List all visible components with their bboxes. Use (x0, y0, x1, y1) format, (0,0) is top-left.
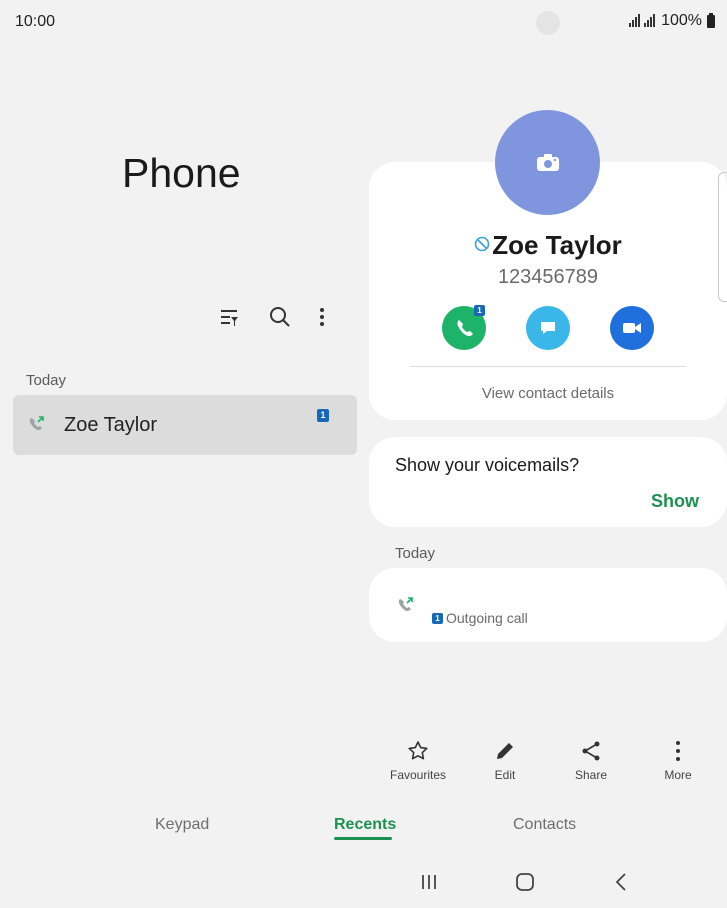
video-call-button[interactable] (610, 306, 654, 350)
favourites-label: Favourites (389, 768, 447, 782)
message-button[interactable] (526, 306, 570, 350)
star-icon (408, 741, 428, 760)
search-icon[interactable] (268, 305, 292, 329)
battery-icon (707, 12, 715, 28)
blocked-icon (474, 236, 490, 252)
status-time: 10:00 (15, 13, 56, 30)
back-icon[interactable] (609, 872, 633, 892)
edit-label: Edit (494, 768, 516, 782)
home-icon[interactable] (513, 872, 537, 892)
sim-badge: 1 (317, 409, 329, 422)
favourites-button[interactable]: Favourites (383, 740, 453, 782)
front-camera (536, 11, 560, 35)
more-button[interactable]: More (643, 740, 713, 782)
pencil-icon (497, 743, 513, 759)
page-title: Phone (122, 150, 241, 196)
status-indicators: 100% (628, 12, 715, 30)
outgoing-call-icon (396, 596, 414, 619)
recent-call-row[interactable]: Zoe Taylor 1 (13, 395, 357, 455)
call-history-card[interactable]: 1 Outgoing call (369, 568, 727, 642)
pane-resize-handle[interactable] (718, 172, 727, 302)
tab-keypad[interactable]: Keypad (155, 816, 209, 834)
phone-icon (457, 320, 473, 336)
show-voicemail-button[interactable]: Show (651, 491, 699, 512)
more-label: More (664, 768, 692, 782)
sim-badge: 1 (432, 612, 443, 624)
share-icon (582, 741, 600, 761)
video-icon (623, 323, 641, 333)
edit-button[interactable]: Edit (470, 740, 540, 782)
contact-number: 123456789 (497, 266, 599, 288)
voicemail-card: Show your voicemails? Show (369, 437, 727, 527)
history-entry: 1 Outgoing call (432, 610, 528, 626)
history-entry-label: Outgoing call (446, 610, 528, 626)
battery-percent: 100% (661, 12, 702, 29)
camera-icon (536, 153, 559, 171)
divider (410, 366, 686, 367)
outgoing-call-icon (27, 415, 45, 438)
call-button[interactable]: 1 (442, 305, 486, 350)
signal-icon (629, 14, 656, 27)
active-tab-indicator (334, 837, 392, 840)
more-options-icon[interactable] (310, 305, 334, 329)
more-vertical-icon (676, 741, 680, 761)
contact-name: Zoe Taylor (369, 230, 727, 261)
message-icon (541, 322, 555, 334)
view-contact-details-link[interactable]: View contact details (369, 385, 727, 402)
history-section-label: Today (395, 545, 436, 562)
recent-call-name: Zoe Taylor (64, 414, 158, 436)
tab-recents[interactable]: Recents (334, 816, 396, 834)
contact-name-text: Zoe Taylor (492, 230, 622, 260)
recents-section-label: Today (26, 372, 67, 389)
share-button[interactable]: Share (556, 740, 626, 782)
avatar[interactable] (495, 110, 600, 215)
tab-contacts[interactable]: Contacts (513, 816, 576, 834)
filter-icon[interactable] (217, 305, 241, 329)
share-label: Share (574, 768, 608, 782)
recent-apps-icon[interactable] (417, 872, 441, 892)
voicemail-prompt: Show your voicemails? (395, 455, 580, 475)
call-sim-badge: 1 (474, 305, 485, 316)
